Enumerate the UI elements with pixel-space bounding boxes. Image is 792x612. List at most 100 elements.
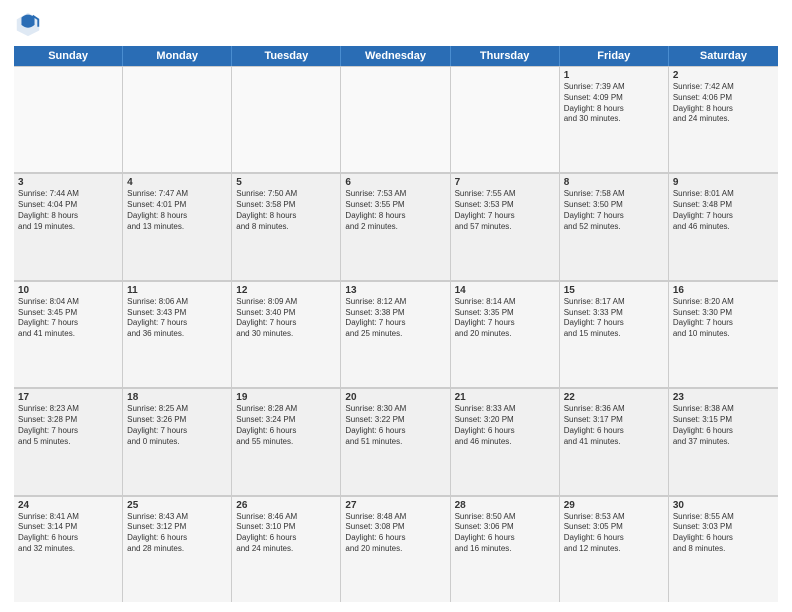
day-cell-18: 18Sunrise: 8:25 AM Sunset: 3:26 PM Dayli… [123,389,232,494]
day-cell-24: 24Sunrise: 8:41 AM Sunset: 3:14 PM Dayli… [14,497,123,602]
day-number: 2 [673,70,774,81]
day-number: 8 [564,177,664,188]
day-number: 29 [564,500,664,511]
day-info: Sunrise: 8:50 AM Sunset: 3:06 PM Dayligh… [455,512,555,555]
week-row-1: 1Sunrise: 7:39 AM Sunset: 4:09 PM Daylig… [14,66,778,173]
day-number: 10 [18,285,118,296]
day-cell-26: 26Sunrise: 8:46 AM Sunset: 3:10 PM Dayli… [232,497,341,602]
day-cell-16: 16Sunrise: 8:20 AM Sunset: 3:30 PM Dayli… [669,282,778,387]
calendar-body: 1Sunrise: 7:39 AM Sunset: 4:09 PM Daylig… [14,66,778,602]
day-info: Sunrise: 8:46 AM Sunset: 3:10 PM Dayligh… [236,512,336,555]
day-number: 11 [127,285,227,296]
day-cell-25: 25Sunrise: 8:43 AM Sunset: 3:12 PM Dayli… [123,497,232,602]
header-day-wednesday: Wednesday [341,46,450,66]
week-row-2: 3Sunrise: 7:44 AM Sunset: 4:04 PM Daylig… [14,173,778,280]
day-number: 24 [18,500,118,511]
week-row-4: 17Sunrise: 8:23 AM Sunset: 3:28 PM Dayli… [14,388,778,495]
day-info: Sunrise: 7:44 AM Sunset: 4:04 PM Dayligh… [18,189,118,232]
day-cell-3: 3Sunrise: 7:44 AM Sunset: 4:04 PM Daylig… [14,174,123,279]
day-number: 23 [673,392,774,403]
day-cell-12: 12Sunrise: 8:09 AM Sunset: 3:40 PM Dayli… [232,282,341,387]
day-info: Sunrise: 8:14 AM Sunset: 3:35 PM Dayligh… [455,297,555,340]
day-cell-1: 1Sunrise: 7:39 AM Sunset: 4:09 PM Daylig… [560,67,669,172]
day-info: Sunrise: 7:53 AM Sunset: 3:55 PM Dayligh… [345,189,445,232]
day-cell-20: 20Sunrise: 8:30 AM Sunset: 3:22 PM Dayli… [341,389,450,494]
day-info: Sunrise: 8:53 AM Sunset: 3:05 PM Dayligh… [564,512,664,555]
day-number: 12 [236,285,336,296]
day-cell-4: 4Sunrise: 7:47 AM Sunset: 4:01 PM Daylig… [123,174,232,279]
week-row-5: 24Sunrise: 8:41 AM Sunset: 3:14 PM Dayli… [14,496,778,602]
day-number: 26 [236,500,336,511]
day-number: 13 [345,285,445,296]
day-cell-29: 29Sunrise: 8:53 AM Sunset: 3:05 PM Dayli… [560,497,669,602]
day-cell-28: 28Sunrise: 8:50 AM Sunset: 3:06 PM Dayli… [451,497,560,602]
day-info: Sunrise: 7:50 AM Sunset: 3:58 PM Dayligh… [236,189,336,232]
header-day-thursday: Thursday [451,46,560,66]
day-cell-9: 9Sunrise: 8:01 AM Sunset: 3:48 PM Daylig… [669,174,778,279]
day-number: 16 [673,285,774,296]
day-cell-14: 14Sunrise: 8:14 AM Sunset: 3:35 PM Dayli… [451,282,560,387]
day-info: Sunrise: 8:01 AM Sunset: 3:48 PM Dayligh… [673,189,774,232]
day-number: 9 [673,177,774,188]
day-info: Sunrise: 8:20 AM Sunset: 3:30 PM Dayligh… [673,297,774,340]
header-day-friday: Friday [560,46,669,66]
day-number: 18 [127,392,227,403]
day-info: Sunrise: 7:39 AM Sunset: 4:09 PM Dayligh… [564,82,664,125]
day-number: 17 [18,392,118,403]
day-cell-7: 7Sunrise: 7:55 AM Sunset: 3:53 PM Daylig… [451,174,560,279]
day-info: Sunrise: 8:06 AM Sunset: 3:43 PM Dayligh… [127,297,227,340]
empty-cell [14,67,123,172]
day-cell-13: 13Sunrise: 8:12 AM Sunset: 3:38 PM Dayli… [341,282,450,387]
day-number: 14 [455,285,555,296]
header [14,10,778,38]
logo-icon [14,10,42,38]
day-info: Sunrise: 8:55 AM Sunset: 3:03 PM Dayligh… [673,512,774,555]
day-number: 3 [18,177,118,188]
header-day-monday: Monday [123,46,232,66]
day-info: Sunrise: 8:04 AM Sunset: 3:45 PM Dayligh… [18,297,118,340]
day-number: 21 [455,392,555,403]
day-number: 20 [345,392,445,403]
day-cell-6: 6Sunrise: 7:53 AM Sunset: 3:55 PM Daylig… [341,174,450,279]
header-day-tuesday: Tuesday [232,46,341,66]
day-info: Sunrise: 8:23 AM Sunset: 3:28 PM Dayligh… [18,404,118,447]
calendar: SundayMondayTuesdayWednesdayThursdayFrid… [14,46,778,602]
day-info: Sunrise: 8:09 AM Sunset: 3:40 PM Dayligh… [236,297,336,340]
day-info: Sunrise: 8:33 AM Sunset: 3:20 PM Dayligh… [455,404,555,447]
header-day-saturday: Saturday [669,46,778,66]
day-number: 15 [564,285,664,296]
day-number: 28 [455,500,555,511]
day-number: 1 [564,70,664,81]
header-day-sunday: Sunday [14,46,123,66]
day-cell-23: 23Sunrise: 8:38 AM Sunset: 3:15 PM Dayli… [669,389,778,494]
day-cell-17: 17Sunrise: 8:23 AM Sunset: 3:28 PM Dayli… [14,389,123,494]
day-number: 7 [455,177,555,188]
day-info: Sunrise: 7:55 AM Sunset: 3:53 PM Dayligh… [455,189,555,232]
day-info: Sunrise: 8:36 AM Sunset: 3:17 PM Dayligh… [564,404,664,447]
day-info: Sunrise: 7:58 AM Sunset: 3:50 PM Dayligh… [564,189,664,232]
day-number: 6 [345,177,445,188]
page: SundayMondayTuesdayWednesdayThursdayFrid… [0,0,792,612]
day-cell-8: 8Sunrise: 7:58 AM Sunset: 3:50 PM Daylig… [560,174,669,279]
day-number: 25 [127,500,227,511]
day-cell-2: 2Sunrise: 7:42 AM Sunset: 4:06 PM Daylig… [669,67,778,172]
day-info: Sunrise: 8:43 AM Sunset: 3:12 PM Dayligh… [127,512,227,555]
day-cell-10: 10Sunrise: 8:04 AM Sunset: 3:45 PM Dayli… [14,282,123,387]
day-info: Sunrise: 8:41 AM Sunset: 3:14 PM Dayligh… [18,512,118,555]
day-number: 4 [127,177,227,188]
day-cell-22: 22Sunrise: 8:36 AM Sunset: 3:17 PM Dayli… [560,389,669,494]
day-number: 27 [345,500,445,511]
day-cell-11: 11Sunrise: 8:06 AM Sunset: 3:43 PM Dayli… [123,282,232,387]
day-info: Sunrise: 8:38 AM Sunset: 3:15 PM Dayligh… [673,404,774,447]
logo [14,10,46,38]
day-info: Sunrise: 7:47 AM Sunset: 4:01 PM Dayligh… [127,189,227,232]
day-info: Sunrise: 8:17 AM Sunset: 3:33 PM Dayligh… [564,297,664,340]
day-info: Sunrise: 8:25 AM Sunset: 3:26 PM Dayligh… [127,404,227,447]
empty-cell [232,67,341,172]
day-info: Sunrise: 8:12 AM Sunset: 3:38 PM Dayligh… [345,297,445,340]
day-cell-21: 21Sunrise: 8:33 AM Sunset: 3:20 PM Dayli… [451,389,560,494]
empty-cell [123,67,232,172]
day-info: Sunrise: 7:42 AM Sunset: 4:06 PM Dayligh… [673,82,774,125]
day-number: 5 [236,177,336,188]
day-cell-30: 30Sunrise: 8:55 AM Sunset: 3:03 PM Dayli… [669,497,778,602]
